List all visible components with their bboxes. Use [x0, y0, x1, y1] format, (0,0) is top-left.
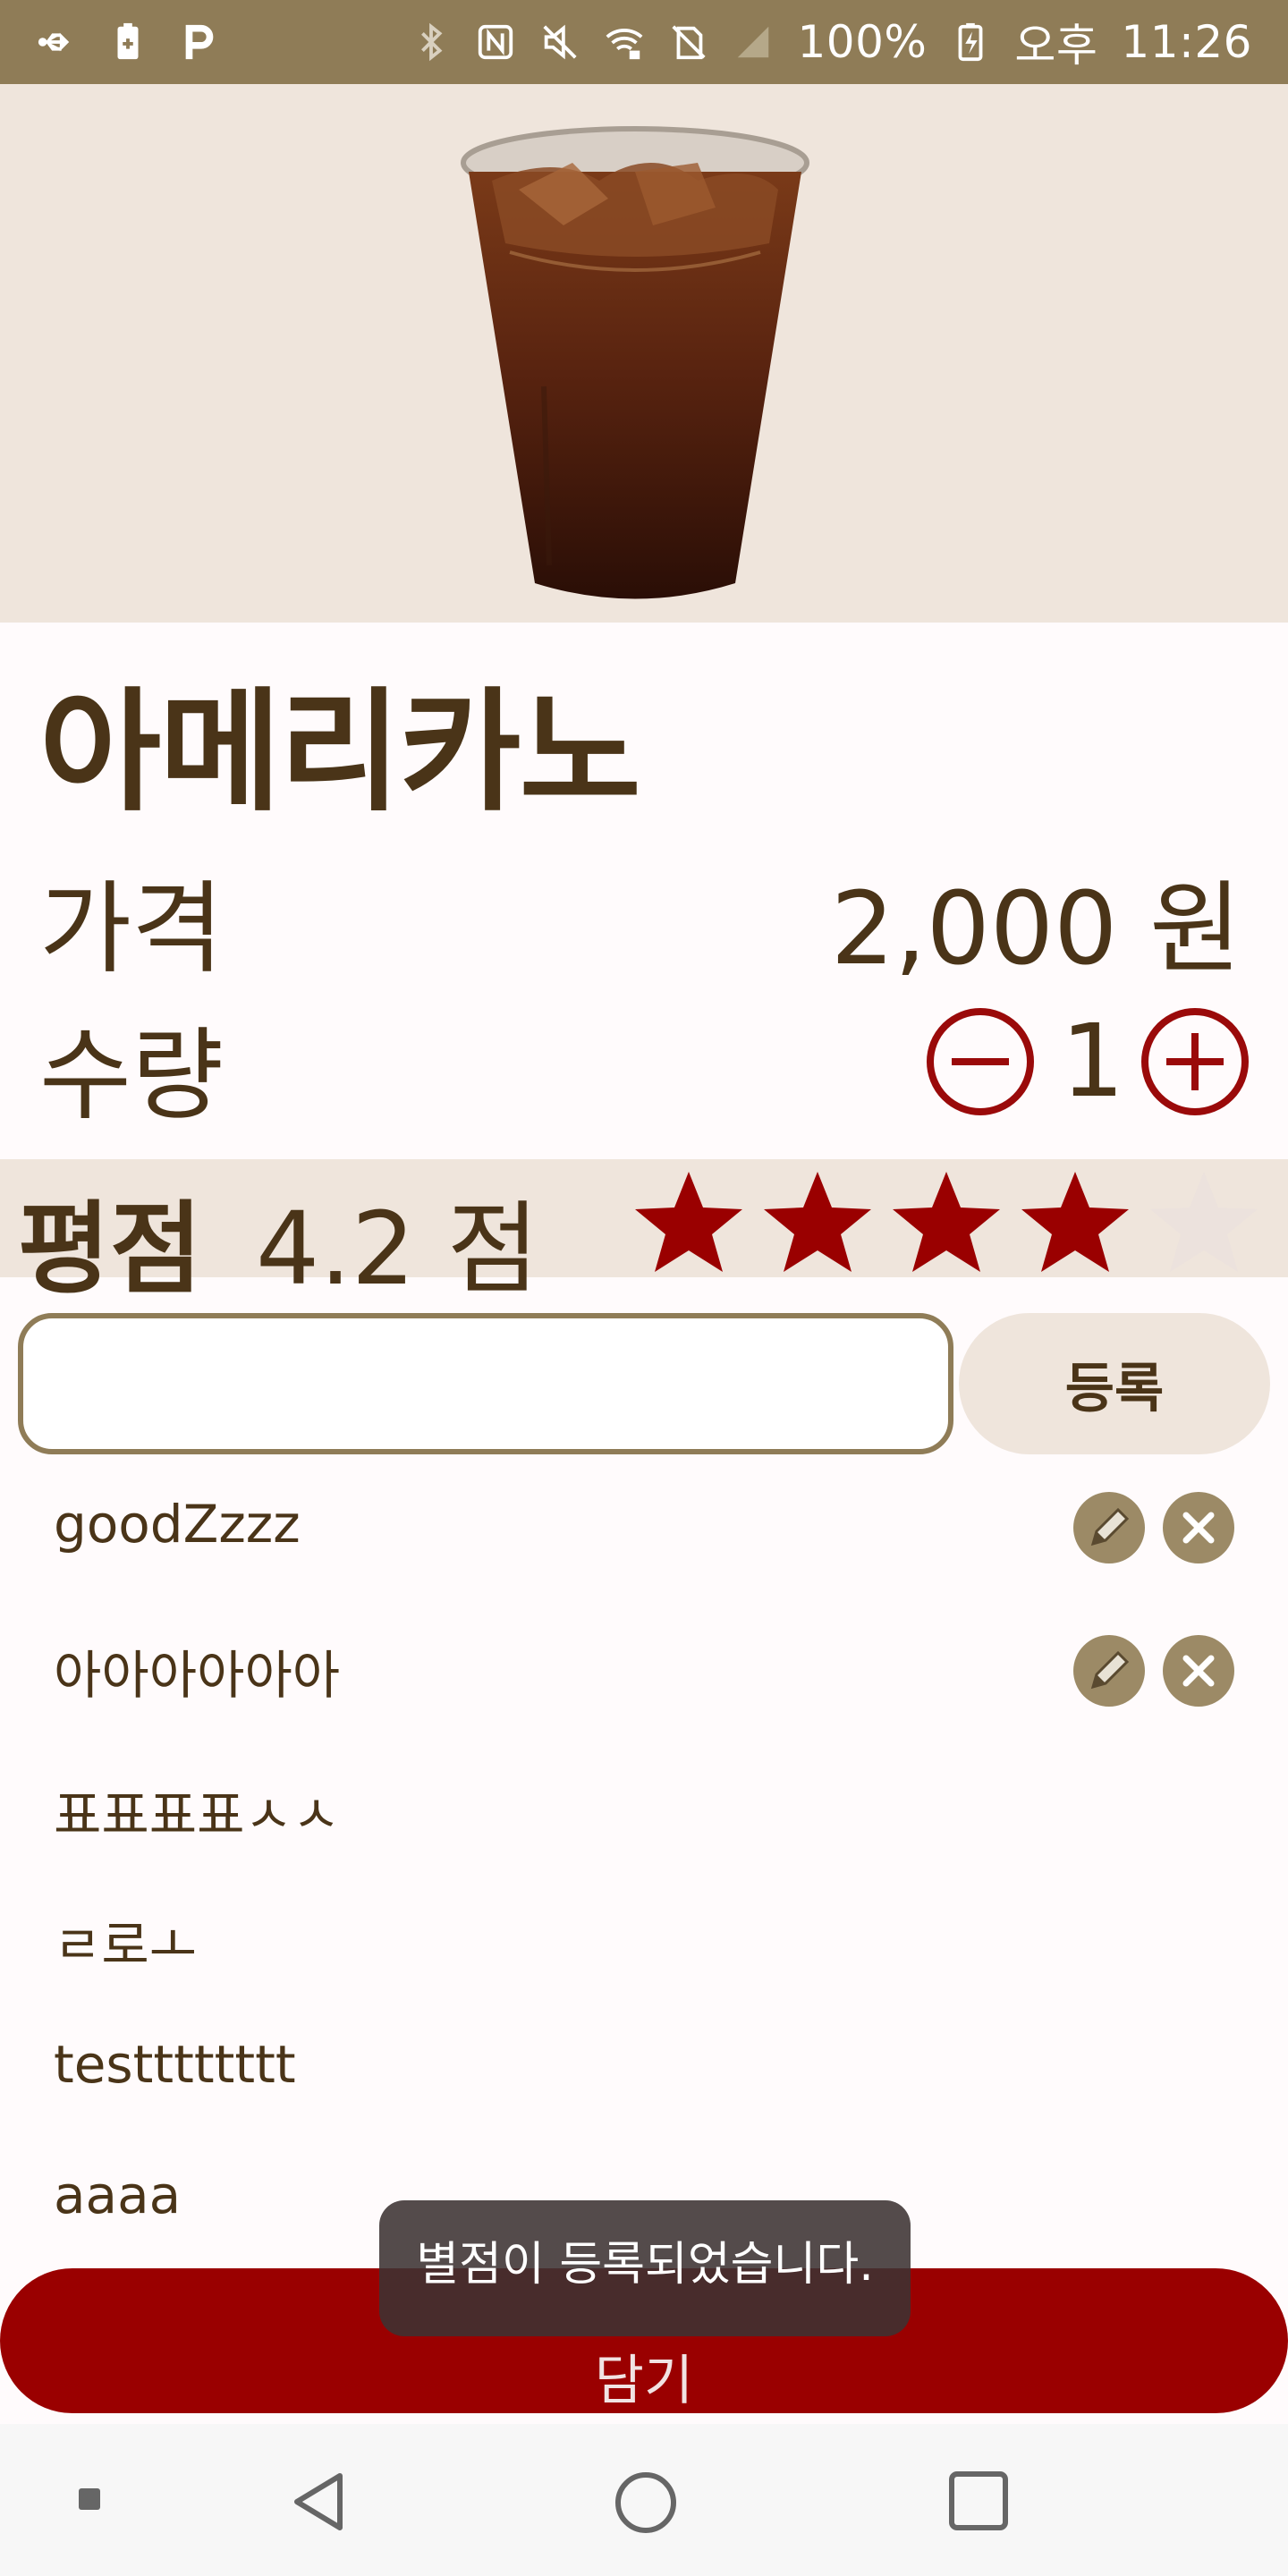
product-image: [0, 84, 1288, 623]
home-icon[interactable]: [614, 2470, 678, 2535]
review-item: ㄹ로ㅗ: [54, 1915, 198, 1976]
review-item: testttttttt: [54, 2034, 296, 2095]
star-filled-icon[interactable]: [630, 1168, 748, 1275]
recents-dot-icon[interactable]: [77, 2487, 102, 2512]
star-filled-icon[interactable]: [758, 1168, 877, 1275]
rating-bar: 평점 4.2 점: [0, 1159, 1288, 1308]
nav-bar: [0, 2424, 1288, 2576]
star-rating[interactable]: [630, 1168, 1263, 1275]
usb-icon: [36, 21, 77, 63]
close-icon[interactable]: [1163, 1635, 1234, 1707]
review-item: 표표표표ㅅㅅ: [54, 1784, 341, 1845]
pencil-icon[interactable]: [1073, 1635, 1145, 1707]
quantity-value: 1: [1061, 1004, 1125, 1120]
pencil-icon[interactable]: [1073, 1492, 1145, 1563]
no-sim-icon: [668, 21, 709, 63]
plus-icon[interactable]: [1141, 1008, 1249, 1115]
status-time: 11:26: [1121, 16, 1252, 68]
price-value: 2,000 원: [830, 871, 1241, 987]
battery-saver-icon: [107, 21, 148, 63]
product-name: 아메리카노: [39, 675, 641, 829]
add-to-cart-label: 담기: [594, 2349, 694, 2412]
star-empty-icon[interactable]: [1145, 1168, 1263, 1275]
rating-value: 4.2 점: [256, 1191, 539, 1308]
status-ampm: 오후: [1014, 20, 1098, 72]
iced-americano-image: [461, 126, 809, 599]
review-input[interactable]: [18, 1313, 953, 1454]
star-filled-icon[interactable]: [887, 1168, 1005, 1275]
rating-label: 평점: [18, 1191, 203, 1308]
quantity-stepper: 1: [927, 1004, 1249, 1120]
review-item: 아아아아아아: [54, 1645, 341, 1706]
review-item: goodZzzz: [54, 1494, 301, 1555]
register-button[interactable]: 등록: [959, 1313, 1270, 1454]
price-label: 가격: [39, 871, 225, 987]
mute-icon: [539, 21, 580, 63]
review-actions: [1073, 1492, 1234, 1563]
wifi-icon: [604, 21, 645, 63]
minus-icon[interactable]: [927, 1008, 1034, 1115]
nfc-icon: [475, 21, 516, 63]
quantity-label: 수량: [39, 1018, 225, 1134]
review-item: aaaa: [54, 2165, 182, 2225]
toast-message: 별점이 등록되었습니다.: [379, 2200, 911, 2336]
signal-icon: [733, 21, 774, 63]
p-icon: [179, 21, 220, 63]
battery-percent: 100%: [797, 16, 928, 68]
back-icon[interactable]: [286, 2470, 349, 2533]
battery-icon: [950, 21, 991, 63]
status-bar: 100% 오후 11:26: [0, 0, 1288, 84]
star-filled-icon[interactable]: [1016, 1168, 1134, 1275]
review-actions: [1073, 1635, 1234, 1707]
overview-icon[interactable]: [948, 2470, 1009, 2531]
close-icon[interactable]: [1163, 1492, 1234, 1563]
bluetooth-icon: [411, 21, 452, 63]
